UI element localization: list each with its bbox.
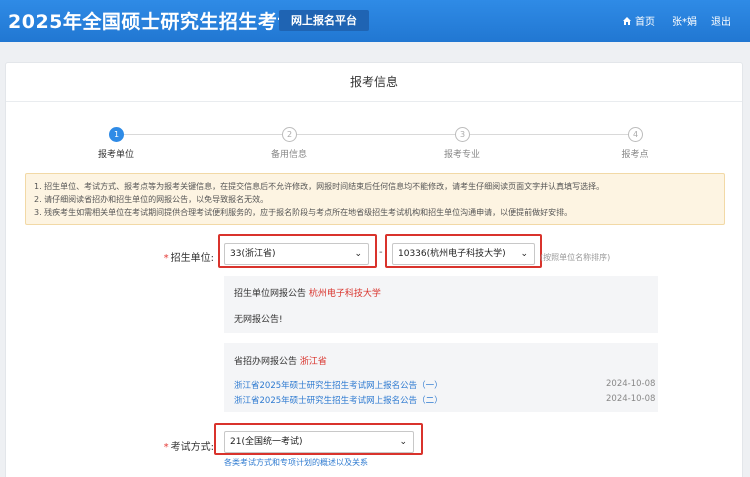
step-1-circle: 1 [109, 127, 124, 142]
platform-badge: 网上报名平台 [279, 10, 369, 31]
unit-select[interactable]: 10336(杭州电子科技大学) ⌄ [392, 243, 535, 265]
province-select[interactable]: 33(浙江省) ⌄ [224, 243, 369, 265]
unit-sort-hint: (按照单位名称排序) [540, 253, 611, 262]
step-4-label: 报考点 [621, 150, 649, 160]
nav-home-link[interactable]: 首页 [622, 13, 655, 28]
notice-line-1: 1. 招生单位、考试方式、报考点等为报考关键信息，在提交信息后不允许修改，网报时… [34, 182, 605, 191]
notice-line-3: 3. 残疾考生如需相关单位在考试期间提供合理考试便利服务的，应于报名阶段与考点所… [34, 208, 573, 217]
announcement-link[interactable]: 浙江省2025年硕士研究生招生考试网上报名公告（二） [234, 394, 443, 406]
step-2-label: 备用信息 [270, 150, 307, 160]
select-separator: - [379, 247, 383, 258]
province-panel-province-name: 浙江省 [299, 357, 327, 367]
notice-box: 1. 招生单位、考试方式、报考点等为报考关键信息，在提交信息后不允许修改，网报时… [25, 173, 725, 225]
chevron-down-icon: ⌄ [520, 249, 528, 259]
announcement-link[interactable]: 浙江省2025年硕士研究生招生考试网上报名公告（一） [234, 379, 443, 391]
province-panel-heading: 省招办网报公告 浙江省 [234, 354, 327, 367]
unit-select-value: 10336(杭州电子科技大学) [398, 249, 506, 259]
step-3-label: 报考专业 [443, 150, 480, 160]
province-panel-title: 省招办网报公告 [234, 357, 298, 367]
top-header: 2025年全国硕士研究生招生考试 网上报名平台 首页 张*娟 退出 [0, 0, 750, 42]
announcement-date: 2024-10-08 [606, 394, 656, 404]
unit-announcement-panel: 招生单位网报公告 杭州电子科技大学 无网报公告! [224, 276, 658, 333]
apply-info-card: 报考信息 1 2 3 4 报考单位 备用信息 报考专业 报考点 1. 招生单位、… [5, 62, 743, 477]
unit-panel-heading: 招生单位网报公告 杭州电子科技大学 [234, 286, 381, 299]
step-4-circle: 4 [628, 127, 643, 142]
step-2-circle: 2 [282, 127, 297, 142]
unit-panel-empty-text: 无网报公告! [234, 315, 283, 325]
exam-method-label-text: 考试方式: [170, 442, 214, 453]
home-icon [623, 16, 631, 25]
exam-method-select[interactable]: 21(全国统一考试) ⌄ [224, 431, 414, 453]
exam-method-select-value: 21(全国统一考试) [230, 437, 303, 447]
step-1-label: 报考单位 [97, 150, 134, 160]
site-title: 2025年全国硕士研究生招生考试 [8, 11, 297, 33]
announcement-date: 2024-10-08 [606, 379, 656, 389]
required-mark: * [163, 442, 169, 453]
unit-panel-title: 招生单位网报公告 [234, 289, 307, 299]
card-title: 报考信息 [6, 63, 742, 102]
notice-line-2: 2. 请仔细阅读省招办和招生单位的网报公告，以免导致报名无效。 [34, 195, 269, 204]
unit-panel-unit-name: 杭州电子科技大学 [308, 289, 381, 299]
step-3-circle: 3 [455, 127, 470, 142]
chevron-down-icon: ⌄ [399, 437, 407, 447]
province-select-value: 33(浙江省) [230, 249, 276, 259]
chevron-down-icon: ⌄ [354, 249, 362, 259]
step-connector [123, 134, 283, 135]
province-announcement-panel: 省招办网报公告 浙江省 浙江省2025年硕士研究生招生考试网上报名公告（一） 2… [224, 343, 658, 412]
step-connector [296, 134, 457, 135]
nav-user-link[interactable]: 张*娟 [672, 13, 697, 28]
nav-home-label: 首页 [635, 17, 655, 28]
exam-method-overview-link[interactable]: 各类考试方式和专项计划的概述以及关系 [224, 457, 368, 468]
unit-label: * 招生单位: [156, 249, 214, 264]
unit-label-text: 招生单位: [170, 253, 214, 264]
nav-logout-link[interactable]: 退出 [711, 13, 731, 28]
exam-method-label: * 考试方式: [156, 438, 214, 453]
required-mark: * [163, 253, 169, 264]
step-connector [470, 134, 628, 135]
